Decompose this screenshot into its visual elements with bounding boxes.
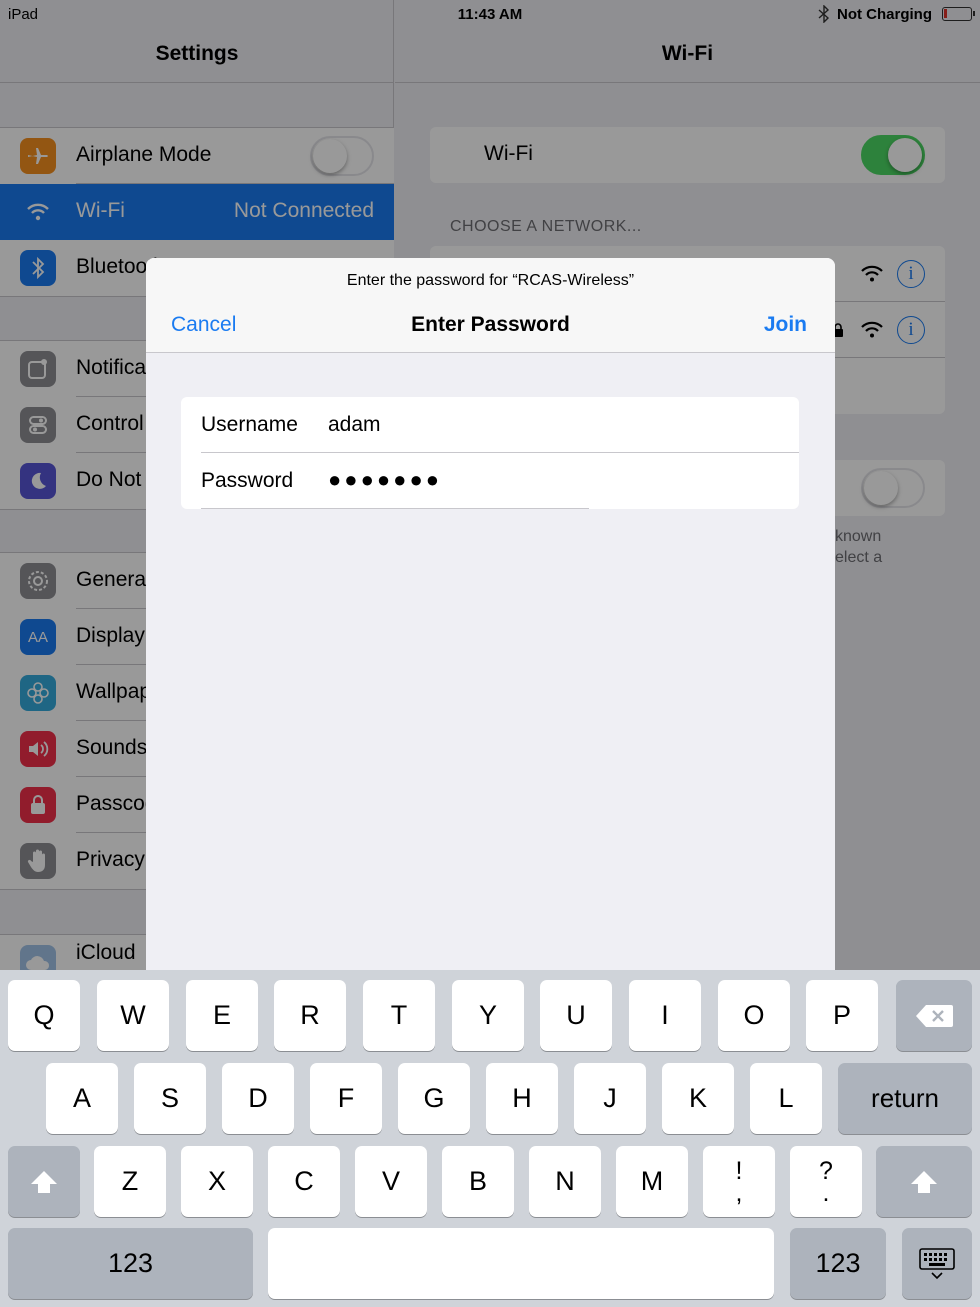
credentials-form: Username adam Password ●●●●●●● [181,397,799,509]
key-s[interactable]: S [134,1063,206,1134]
dialog-header: Enter the password for “RCAS-Wireless” E… [146,258,835,353]
return-key[interactable]: return [838,1063,972,1134]
key-k[interactable]: K [662,1063,734,1134]
key-question-period[interactable]: ?. [790,1146,862,1217]
dialog-title: Enter Password [411,313,570,336]
dialog-prompt: Enter the password for “RCAS-Wireless” [346,272,635,289]
key-z[interactable]: Z [94,1146,166,1217]
key-h[interactable]: H [486,1063,558,1134]
cancel-button[interactable]: Cancel [171,313,236,337]
key-bottom-char: , [735,1178,743,1207]
key-w[interactable]: W [97,980,169,1051]
key-c[interactable]: C [268,1146,340,1217]
key-l[interactable]: L [750,1063,822,1134]
key-v[interactable]: V [355,1146,427,1217]
key-f[interactable]: F [310,1063,382,1134]
key-t[interactable]: T [363,980,435,1051]
shift-icon [911,1170,937,1193]
password-dialog: Enter the password for “RCAS-Wireless” E… [146,258,835,970]
key-a[interactable]: A [46,1063,118,1134]
password-field[interactable]: ●●●●●●● [328,467,442,493]
key-x[interactable]: X [181,1146,253,1217]
username-row[interactable]: Username adam [181,397,799,453]
key-p[interactable]: P [806,980,878,1051]
key-y[interactable]: Y [452,980,524,1051]
space-bar[interactable] [268,1228,774,1299]
key-o[interactable]: O [718,980,790,1051]
key-exclamation-comma[interactable]: !, [703,1146,775,1217]
numbers-key-left[interactable]: 123 [8,1228,253,1299]
key-m[interactable]: M [616,1146,688,1217]
key-g[interactable]: G [398,1063,470,1134]
key-b[interactable]: B [442,1146,514,1217]
key-j[interactable]: J [574,1063,646,1134]
username-label: Username [201,413,298,436]
keyboard-dismiss-icon [919,1247,955,1279]
delete-icon [916,1004,953,1027]
shift-icon [31,1170,57,1193]
backspace-key[interactable] [896,980,972,1051]
key-d[interactable]: D [222,1063,294,1134]
key-u[interactable]: U [540,980,612,1051]
key-e[interactable]: E [186,980,258,1051]
password-underline [201,508,589,509]
join-button[interactable]: Join [764,313,807,337]
dismiss-keyboard-key[interactable] [902,1228,972,1299]
key-n[interactable]: N [529,1146,601,1217]
key-q[interactable]: Q [8,980,80,1051]
shift-key-right[interactable] [876,1146,972,1217]
password-row[interactable]: Password ●●●●●●● [181,453,799,509]
key-bottom-char: . [822,1178,830,1207]
shift-key-left[interactable] [8,1146,80,1217]
password-label: Password [201,469,294,492]
key-i[interactable]: I [629,980,701,1051]
key-r[interactable]: R [274,980,346,1051]
username-field[interactable]: adam [328,413,381,437]
numbers-key-right[interactable]: 123 [790,1228,886,1299]
keyboard: Q W E R T Y U I O P A S D F G H J K L re… [0,970,980,1307]
